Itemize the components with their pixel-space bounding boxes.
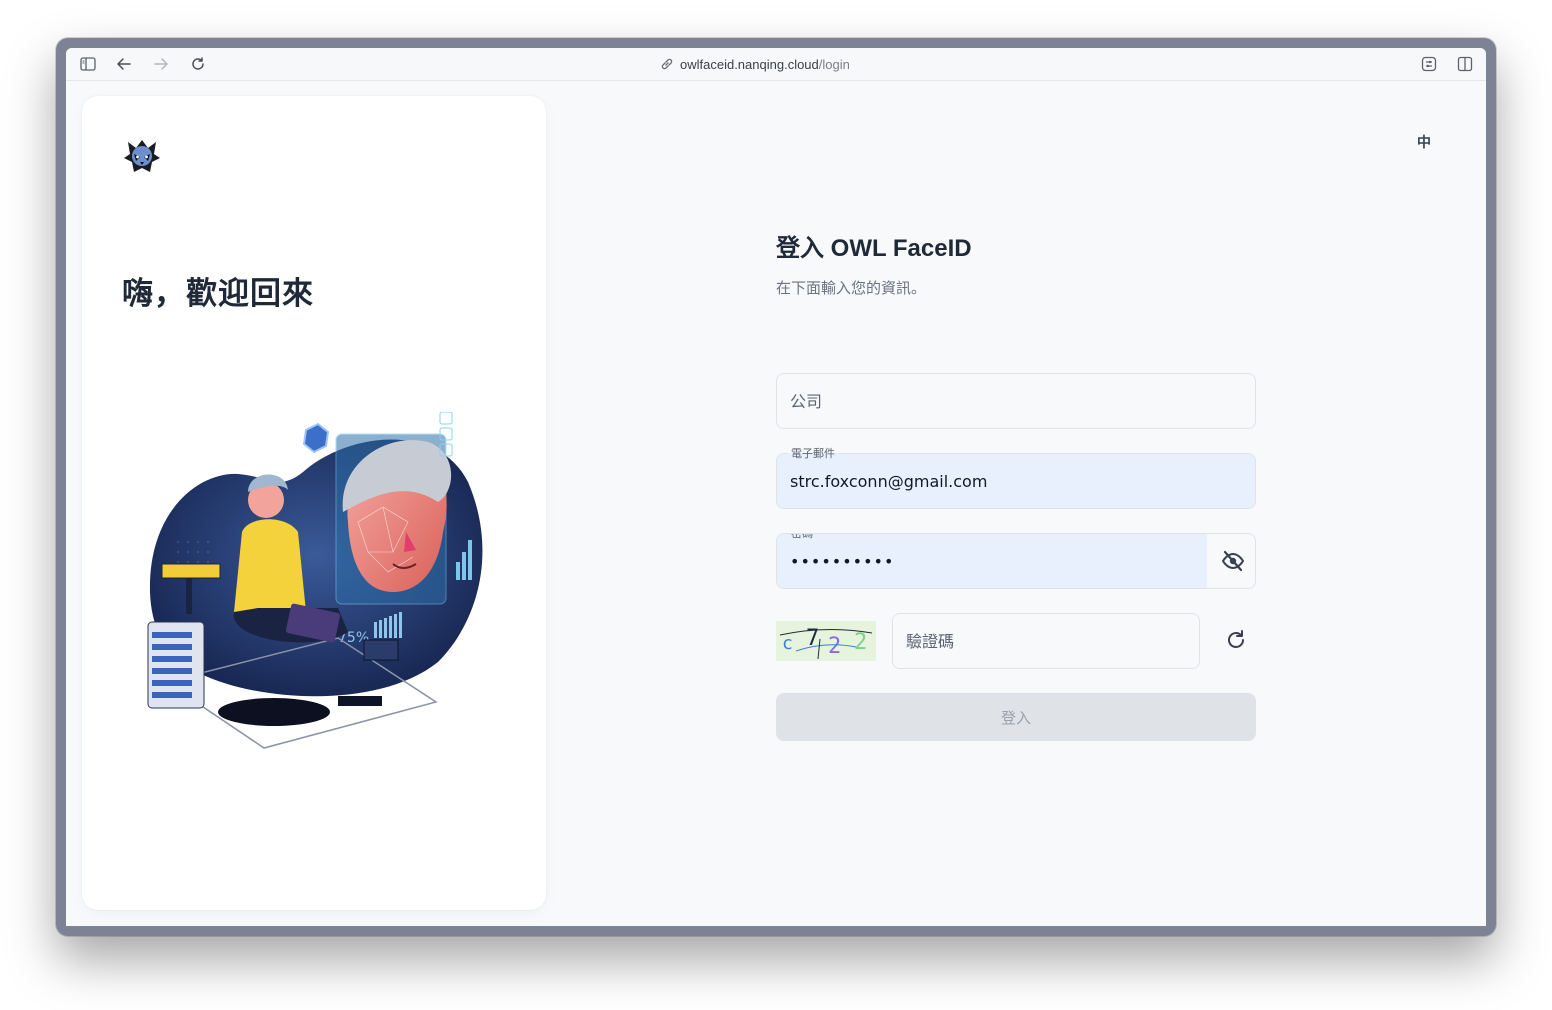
url-path: /login: [818, 56, 850, 72]
forward-arrow-icon[interactable]: [151, 54, 171, 74]
email-field[interactable]: 電子郵件: [776, 445, 1256, 509]
company-input[interactable]: [777, 374, 1255, 428]
login-form-header: 登入 OWL FaceID 在下面輸入您的資訊。: [776, 228, 1256, 298]
owl-logo: [122, 136, 162, 176]
welcome-heading: 嗨，歡迎回來: [122, 276, 314, 312]
browser-content: owlfaceid.nanqing.cloud/login 嗨，歡迎回來 75%…: [66, 48, 1486, 926]
svg-text:c: c: [782, 633, 793, 654]
login-title: 登入 OWL FaceID: [776, 235, 972, 262]
eye-off-icon[interactable]: [1221, 549, 1245, 573]
captcha-field[interactable]: [892, 613, 1200, 669]
email-input[interactable]: [777, 454, 1255, 508]
link-icon: [661, 58, 673, 70]
svg-text:2: 2: [828, 634, 841, 659]
browser-window: owlfaceid.nanqing.cloud/login 嗨，歡迎回來 75%…: [56, 38, 1496, 936]
login-subtitle: 在下面輸入您的資訊。: [776, 279, 927, 297]
password-input[interactable]: [777, 534, 1207, 588]
password-field[interactable]: 密碼: [776, 533, 1256, 589]
language-toggle[interactable]: 中: [1412, 130, 1436, 154]
split-view-icon[interactable]: [1455, 54, 1475, 74]
back-arrow-icon[interactable]: [114, 54, 134, 74]
face-recognition-illustration: 75%: [147, 412, 483, 749]
svg-text:2: 2: [854, 630, 867, 655]
refresh-icon[interactable]: [1224, 628, 1248, 652]
extensions-icon[interactable]: [1419, 54, 1439, 74]
sidebar-toggle-icon[interactable]: [78, 54, 98, 74]
address-bar[interactable]: owlfaceid.nanqing.cloud/login: [660, 56, 850, 72]
company-field[interactable]: [776, 373, 1256, 429]
captcha-image[interactable]: c 7 2 2: [776, 621, 876, 661]
url-host: owlfaceid.nanqing.cloud: [680, 56, 819, 72]
welcome-panel: 嗨，歡迎回來 75%: [82, 96, 546, 910]
captcha-input[interactable]: [893, 614, 1199, 668]
browser-toolbar: owlfaceid.nanqing.cloud/login: [66, 48, 1486, 81]
login-button[interactable]: 登入: [776, 693, 1256, 741]
reload-icon[interactable]: [188, 54, 208, 74]
